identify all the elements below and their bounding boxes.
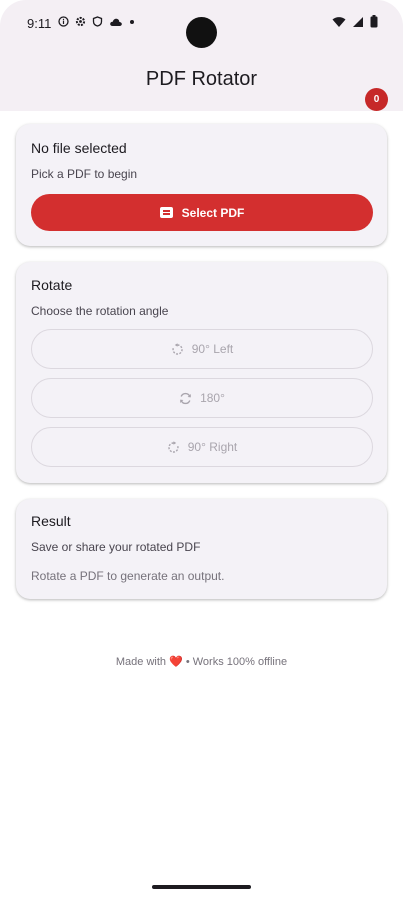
- rotate-right-button[interactable]: 90° Right: [31, 427, 373, 467]
- rotate-card-title: Rotate: [31, 277, 73, 293]
- wifi-icon: [332, 16, 346, 28]
- file-card-subtitle: Pick a PDF to begin: [31, 167, 138, 181]
- rotate-right-label: 90° Right: [187, 440, 238, 454]
- heart-icon: ❤️: [169, 656, 183, 668]
- result-card-subtitle: Save or share your rotated PDF: [31, 540, 201, 554]
- info-circle-icon: [58, 16, 69, 27]
- notification-badge[interactable]: 0: [365, 88, 388, 111]
- dot-icon: [129, 19, 135, 25]
- rotate-left-label: 90° Left: [191, 342, 234, 356]
- footer-suffix: • Works 100% offline: [182, 656, 288, 668]
- file-card-title: No file selected: [31, 140, 127, 156]
- footer-text: Made with ❤️ • Works 100% offline: [0, 655, 403, 668]
- rotate-card: Rotate Choose the rotation angle 90° Lef…: [16, 262, 387, 483]
- result-card: Result Save or share your rotated PDF Ro…: [16, 499, 387, 599]
- gear-icon: [75, 16, 86, 27]
- camera-cutout: [186, 17, 217, 48]
- rotate-180-label: 180°: [200, 391, 225, 405]
- rotate-left-button[interactable]: 90° Left: [31, 329, 373, 369]
- result-note: Rotate a PDF to generate an output.: [31, 569, 225, 583]
- app-screen: 9:11 PDF Rotator 0 No file selected Pick…: [0, 0, 403, 900]
- pdf-file-icon: [159, 207, 173, 218]
- rotate-right-icon: [167, 440, 180, 454]
- footer-prefix: Made with: [115, 656, 170, 668]
- rotate-icon: [179, 392, 192, 405]
- rotate-180-button[interactable]: 180°: [31, 378, 373, 418]
- cloud-icon: [109, 17, 123, 27]
- result-card-title: Result: [31, 513, 71, 529]
- battery-icon: [370, 15, 378, 28]
- home-indicator[interactable]: [152, 885, 251, 889]
- app-title: PDF Rotator: [145, 68, 258, 90]
- status-time: 9:11: [27, 16, 52, 31]
- signal-icon: [352, 16, 364, 28]
- shield-icon: [92, 16, 103, 27]
- status-icons-left: [58, 16, 135, 27]
- select-pdf-button[interactable]: Select PDF: [31, 194, 373, 231]
- status-icons-right: [332, 15, 378, 28]
- file-card: No file selected Pick a PDF to begin Sel…: [16, 124, 387, 246]
- status-bar: 9:11: [0, 0, 403, 48]
- rotate-left-icon: [171, 342, 184, 356]
- select-pdf-label: Select PDF: [181, 205, 245, 220]
- rotate-card-subtitle: Choose the rotation angle: [31, 304, 169, 318]
